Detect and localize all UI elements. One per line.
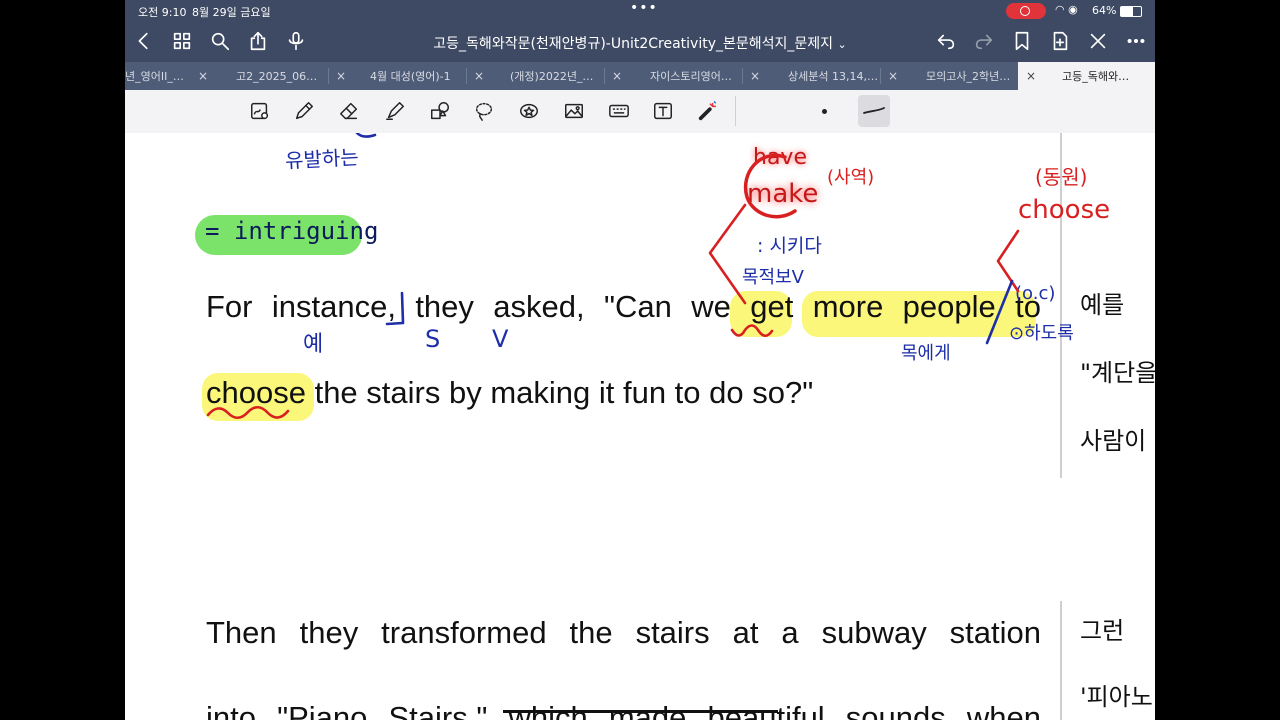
tab-label: (개정)2022년_… bbox=[510, 70, 594, 83]
pen-stroke-selected[interactable] bbox=[858, 95, 890, 127]
tab-8-active[interactable]: × 고등_독해와… bbox=[1018, 62, 1155, 90]
tab-2[interactable]: × 고2_2025_06… bbox=[190, 62, 328, 90]
close-icon[interactable]: × bbox=[888, 69, 898, 83]
close-icon[interactable]: × bbox=[1026, 69, 1036, 83]
ink-red-bracket bbox=[996, 229, 1020, 293]
top-bar: 오전 9:10 8월 29일 금요일 ••• ◠ ◉ 64% 고등_독해와작문(… bbox=[125, 0, 1155, 62]
pen-size-dot-icon[interactable] bbox=[822, 109, 827, 114]
document-title[interactable]: 고등_독해와작문(천재안병규)-Unit2Creativity_본문해석지_문제… bbox=[125, 33, 1155, 53]
close-icon[interactable]: × bbox=[474, 69, 484, 83]
tab-label: 모의고사_2학년… bbox=[926, 70, 1011, 83]
ink-red-bracket bbox=[708, 203, 747, 305]
toolbar-divider bbox=[735, 96, 736, 126]
redo-icon[interactable] bbox=[971, 28, 997, 54]
ink-slash bbox=[985, 279, 1014, 345]
close-icon[interactable]: × bbox=[612, 69, 622, 83]
close-pen-icon[interactable] bbox=[1085, 28, 1111, 54]
tab-label: 고2_2025_06… bbox=[236, 70, 318, 83]
chevron-down-icon: ⌄ bbox=[837, 38, 847, 51]
annotation-toolbar bbox=[125, 90, 1155, 134]
screen-record-icon[interactable] bbox=[1006, 3, 1046, 19]
undo-icon[interactable] bbox=[933, 28, 959, 54]
battery-percent: 64% bbox=[1092, 4, 1117, 17]
pen-icon[interactable] bbox=[291, 98, 317, 124]
battery-icon bbox=[1120, 6, 1142, 17]
tab-label: 상세분석 13,14,… bbox=[788, 70, 878, 83]
ink-bracket bbox=[385, 291, 405, 326]
textbox-icon[interactable] bbox=[650, 98, 676, 124]
tab-7[interactable]: × 모의고사_2학년… bbox=[880, 62, 1018, 90]
keyboard-icon[interactable] bbox=[606, 98, 632, 124]
close-icon[interactable]: × bbox=[198, 69, 208, 83]
zoom-write-icon[interactable] bbox=[247, 98, 273, 124]
tab-1[interactable]: 년_영어II_… bbox=[125, 62, 190, 90]
stroke-preview-icon bbox=[863, 107, 885, 114]
shapes-icon[interactable] bbox=[427, 98, 453, 124]
ink-mark bbox=[355, 133, 377, 138]
close-icon[interactable]: × bbox=[336, 69, 346, 83]
tab-label: 년_영어II_… bbox=[125, 70, 184, 83]
tab-label: 고등_독해와… bbox=[1062, 70, 1130, 83]
status-time: 오전 9:10 bbox=[138, 6, 187, 19]
wifi-icon: ◠ ◉ bbox=[1055, 3, 1078, 16]
ink-circle bbox=[743, 153, 797, 219]
tab-4[interactable]: × (개정)2022년_… bbox=[466, 62, 604, 90]
tab-label: 자이스토리영어… bbox=[650, 70, 732, 83]
tab-6[interactable]: × 상세분석 13,14,… bbox=[742, 62, 880, 90]
ink-wavy-underline bbox=[206, 405, 290, 420]
tab-3[interactable]: × 4월 대성(영어)-1 bbox=[328, 62, 466, 90]
tab-label: 4월 대성(영어)-1 bbox=[370, 70, 451, 83]
ink-strokes bbox=[206, 133, 1020, 420]
multitask-dots-icon[interactable]: ••• bbox=[630, 0, 658, 16]
sticker-icon[interactable] bbox=[516, 98, 542, 124]
document-page[interactable]: For instance, they asked, "Can we get mo… bbox=[125, 133, 1155, 720]
tab-5[interactable]: × 자이스토리영어… bbox=[604, 62, 742, 90]
close-icon[interactable]: × bbox=[750, 69, 760, 83]
ipad-screen: 오전 9:10 8월 29일 금요일 ••• ◠ ◉ 64% 고등_독해와작문(… bbox=[125, 0, 1155, 720]
bookmark-icon[interactable] bbox=[1009, 28, 1035, 54]
document-title-text: 고등_독해와작문(천재안병규)-Unit2Creativity_본문해석지_문제… bbox=[433, 36, 834, 52]
ink-wavy-underline bbox=[730, 324, 774, 338]
highlighter-icon[interactable] bbox=[382, 98, 408, 124]
laser-pointer-icon[interactable] bbox=[695, 98, 721, 124]
tab-bar: 년_영어II_… × 고2_2025_06… × 4월 대성(영어)-1 × (개정)… bbox=[125, 62, 1155, 90]
add-page-icon[interactable] bbox=[1047, 28, 1073, 54]
status-date: 8월 29일 금요일 bbox=[192, 6, 271, 19]
eraser-icon[interactable] bbox=[336, 98, 362, 124]
image-icon[interactable] bbox=[561, 98, 587, 124]
more-icon[interactable] bbox=[1123, 28, 1149, 54]
lasso-icon[interactable] bbox=[471, 98, 497, 124]
